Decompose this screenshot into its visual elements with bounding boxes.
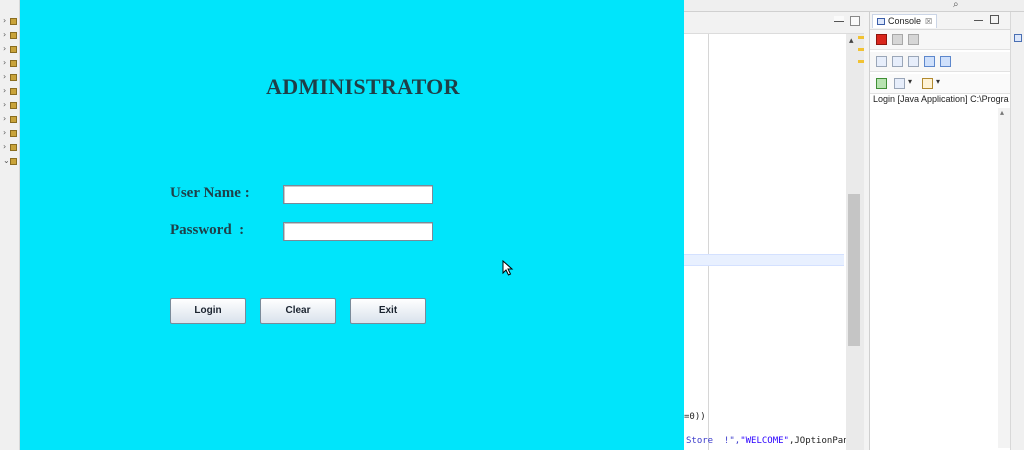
username-field[interactable] [283,185,433,204]
console-toolbar-1 [870,30,1011,50]
search-icon[interactable]: ⌕ [953,0,959,10]
expand-icon[interactable]: › [3,72,6,81]
console-tabbar: Console ☒ [870,12,1011,30]
exit-button[interactable]: Exit [350,298,426,324]
expand-icon[interactable]: › [3,86,6,95]
console-toolbar-3: ▾ ▾ [870,74,1011,94]
login-button[interactable]: Login [170,298,246,324]
expand-icon[interactable]: › [3,100,6,109]
project-icon [10,32,17,39]
expand-icon[interactable]: › [3,58,6,67]
code-editor[interactable]: =0)) Store !","WELCOME",JOptionPan ▴ [684,12,864,450]
chevron-down-icon[interactable]: ▾ [908,77,912,86]
tree-item[interactable]: › [3,72,17,82]
expand-icon[interactable]: › [3,114,6,123]
project-icon [10,74,17,81]
pin-console-icon[interactable] [876,78,887,89]
scrollbar-thumb[interactable] [848,194,860,346]
tree-item[interactable]: › [3,30,17,40]
tree-item[interactable]: › [3,128,17,138]
package-explorer-strip: › › › › › › › › › › ⌄ [0,0,20,450]
tree-item[interactable]: › [3,142,17,152]
remove-launch-icon[interactable] [892,34,903,45]
console-icon [877,18,885,26]
tree-item-expanded[interactable]: ⌄ [3,156,17,166]
console-process-label: Login [Java Application] C:\Progra [873,94,1009,104]
project-icon [10,46,17,53]
clear-button[interactable]: Clear [260,298,336,324]
expand-icon[interactable]: › [3,44,6,53]
overview-ruler [856,34,866,94]
close-tab-icon[interactable]: ☒ [925,17,932,26]
project-icon [10,102,17,109]
project-icon [10,130,17,137]
scroll-up-icon[interactable]: ▴ [1000,108,1004,117]
warning-marker[interactable] [858,48,864,51]
remove-all-icon[interactable] [908,34,919,45]
warning-marker[interactable] [858,36,864,39]
right-trim-bar [1010,12,1024,450]
maximize-icon[interactable] [990,15,999,24]
project-icon [10,18,17,25]
maximize-icon[interactable] [850,16,860,26]
page-title: ADMINISTRATOR [266,74,460,99]
password-label: Password : [170,222,245,238]
expand-icon[interactable]: › [3,142,6,151]
tree-item[interactable]: › [3,100,17,110]
console-scrollbar[interactable]: ▴ [998,108,1010,448]
tree-item[interactable]: › [3,86,17,96]
warning-marker[interactable] [858,60,864,63]
terminate-icon[interactable] [876,34,887,45]
code-line: =0)) [684,412,706,422]
console-view: Console ☒ ▾ ▾ Login [Java Application] C:… [869,12,1011,450]
view-menu-icon[interactable] [1014,20,1022,28]
code-line: Store !","WELCOME",JOptionPan [686,436,849,446]
scroll-up-icon[interactable]: ▴ [849,36,854,46]
minimize-icon[interactable] [974,15,983,21]
editor-scrollbar[interactable]: ▴ [846,34,864,450]
show-on-output-icon[interactable] [924,56,935,67]
scroll-lock-icon[interactable] [892,56,903,67]
project-icon [10,158,17,165]
minimize-icon[interactable] [834,16,844,22]
tree-item[interactable]: › [3,58,17,68]
code-token: Store !", [686,436,741,446]
open-console-icon[interactable] [922,78,933,89]
expand-icon[interactable]: › [3,128,6,137]
code-token: ,JOptionPan [788,436,849,446]
expand-icon[interactable]: › [3,16,6,25]
chevron-down-icon[interactable]: ▾ [936,77,940,86]
clear-console-icon[interactable] [876,56,887,67]
console-toolbar-2 [870,52,1011,72]
editor-toolbar [684,12,864,34]
tab-console[interactable]: Console ☒ [872,14,938,28]
project-icon [10,144,17,151]
show-on-error-icon[interactable] [940,56,951,67]
tree-item[interactable]: › [3,114,17,124]
tree-item[interactable]: › [3,44,17,54]
display-console-icon[interactable] [894,78,905,89]
editor-margin-line [708,34,709,450]
username-label: User Name : [170,185,250,201]
tree-item[interactable]: › [3,16,17,26]
project-icon [10,116,17,123]
login-window: ADMINISTRATOR User Name : Password : Log… [20,0,684,450]
ide-top-toolbar [684,0,1024,12]
current-line-highlight [684,254,844,266]
project-icon [10,88,17,95]
project-icon [10,60,17,67]
restore-view-icon[interactable] [1014,34,1022,42]
expand-icon[interactable]: › [3,30,6,39]
collapse-icon[interactable]: ⌄ [3,156,10,165]
word-wrap-icon[interactable] [908,56,919,67]
console-tab-label: Console [888,16,922,26]
code-string: "WELCOME" [740,436,789,446]
password-field[interactable] [283,222,433,241]
mouse-pointer-icon [502,260,514,276]
